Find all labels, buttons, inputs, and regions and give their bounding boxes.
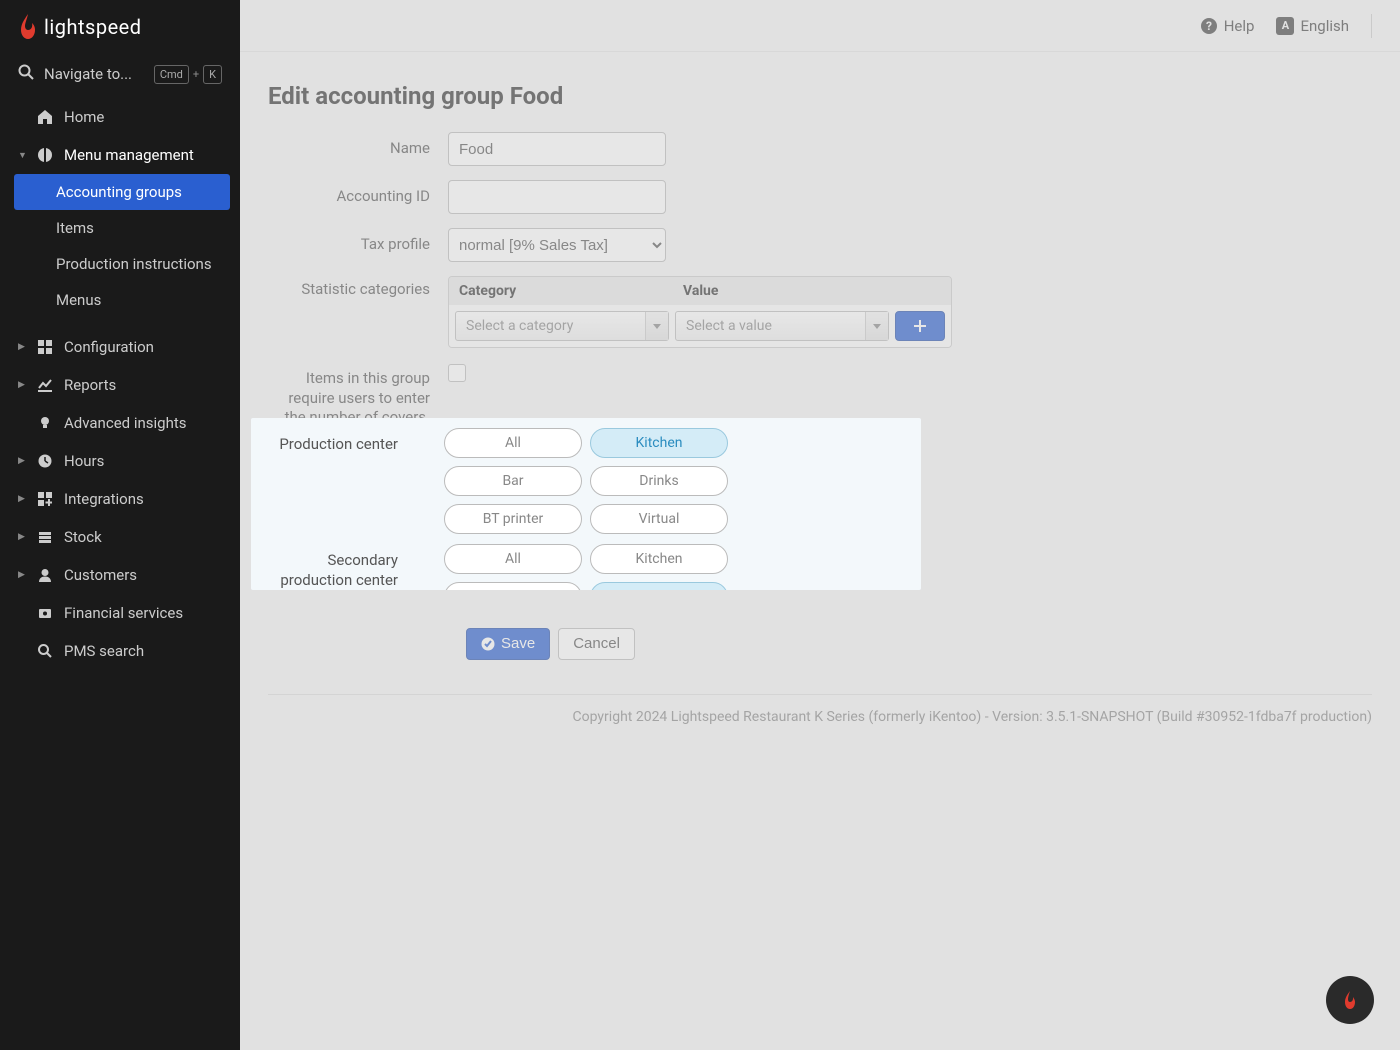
add-stat-button[interactable] — [895, 311, 945, 341]
grid-plus-icon — [36, 492, 54, 506]
sidebar-item-pms-search[interactable]: PMS search — [0, 632, 240, 670]
search-icon — [18, 64, 34, 84]
logo: lightspeed — [0, 0, 240, 54]
search-icon — [36, 644, 54, 658]
prod-pill-virtual[interactable]: Virtual — [590, 504, 728, 534]
sidebar-item-financial-services[interactable]: Financial services — [0, 594, 240, 632]
flame-icon — [18, 14, 38, 40]
sidebar-item-integrations[interactable]: ▶ Integrations — [0, 480, 240, 518]
divider — [1371, 14, 1372, 38]
topbar: ? Help A English — [240, 0, 1400, 52]
prod-pill-kitchen[interactable]: Kitchen — [590, 428, 728, 458]
sidebar-item-advanced-insights[interactable]: Advanced insights — [0, 404, 240, 442]
nav-search[interactable]: Navigate to... Cmd + K — [0, 54, 240, 98]
stack-icon — [36, 530, 54, 544]
home-icon — [36, 109, 54, 125]
name-input[interactable] — [448, 132, 666, 166]
label-name: Name — [268, 132, 448, 159]
language-selector[interactable]: A English — [1276, 17, 1349, 35]
cancel-button[interactable]: Cancel — [558, 628, 635, 660]
sec-pill-kitchen[interactable]: Kitchen — [590, 544, 728, 574]
highlight-panel: Production center All Kitchen Bar Drinks BT … — [251, 418, 921, 590]
sidebar-sub-menus[interactable]: Menus — [0, 282, 240, 318]
divider — [268, 694, 1372, 695]
prod-pill-bt-printer[interactable]: BT printer — [444, 504, 582, 534]
caret-right-icon: ▶ — [18, 456, 26, 466]
flame-icon — [1343, 991, 1357, 1009]
sidebar-sub-accounting-groups[interactable]: Accounting groups — [14, 174, 230, 210]
kbd-shortcut: Cmd + K — [154, 65, 222, 84]
plus-icon — [913, 319, 927, 333]
sec-pill-drinks[interactable]: Drinks — [590, 582, 728, 590]
sidebar-item-configuration[interactable]: ▶ Configuration — [0, 328, 240, 366]
support-fab[interactable] — [1326, 976, 1374, 1024]
lightbulb-icon — [36, 416, 54, 430]
save-button[interactable]: Save — [466, 628, 550, 660]
accounting-id-input[interactable] — [448, 180, 666, 214]
label-tax-profile: Tax profile — [268, 228, 448, 255]
production-center-pills: All Kitchen Bar Drinks BT printer Virtual — [416, 428, 876, 534]
clock-icon — [36, 454, 54, 468]
logo-text: lightspeed — [44, 15, 142, 39]
stat-value-combo[interactable]: Select a value — [675, 311, 889, 341]
grid-icon — [36, 340, 54, 354]
chart-icon — [36, 378, 54, 392]
sidebar: lightspeed Navigate to... Cmd + K Home ▼… — [0, 0, 240, 1050]
prod-pill-all[interactable]: All — [444, 428, 582, 458]
sidebar-sub-production-instructions[interactable]: Production instructions — [0, 246, 240, 282]
help-link[interactable]: ? Help — [1200, 17, 1255, 35]
sidebar-item-home[interactable]: Home — [0, 98, 240, 136]
stat-col-category: Category — [449, 277, 673, 305]
menu-icon — [36, 147, 54, 163]
help-icon: ? — [1200, 17, 1218, 35]
user-icon — [36, 568, 54, 582]
label-accounting-id: Accounting ID — [268, 180, 448, 207]
prod-pill-drinks[interactable]: Drinks — [590, 466, 728, 496]
sidebar-item-menu-management[interactable]: ▼ Menu management — [0, 136, 240, 174]
sidebar-item-customers[interactable]: ▶ Customers — [0, 556, 240, 594]
stat-category-combo[interactable]: Select a category — [455, 311, 669, 341]
caret-right-icon: ▶ — [18, 494, 26, 504]
label-production-center: Production center — [261, 428, 416, 455]
caret-right-icon: ▶ — [18, 380, 26, 390]
globe-icon: A — [1276, 17, 1294, 35]
tax-profile-select[interactable]: normal [9% Sales Tax] — [448, 228, 666, 262]
label-secondary-production-center: Secondary production center — [261, 544, 416, 590]
secondary-production-center-pills: AllKitchenBarDrinksBT printerVirtual — [416, 544, 876, 590]
covers-checkbox[interactable] — [448, 364, 466, 382]
prod-pill-bar[interactable]: Bar — [444, 466, 582, 496]
sidebar-sub-items[interactable]: Items — [0, 210, 240, 246]
page-title: Edit accounting group Food — [268, 82, 1372, 110]
sec-pill-bar[interactable]: Bar — [444, 582, 582, 590]
stat-col-value: Value — [673, 277, 897, 305]
footer-copyright: Copyright 2024 Lightspeed Restaurant K S… — [268, 709, 1372, 755]
sidebar-item-hours[interactable]: ▶ Hours — [0, 442, 240, 480]
nav-search-label: Navigate to... — [44, 65, 132, 83]
sidebar-item-stock[interactable]: ▶ Stock — [0, 518, 240, 556]
sec-pill-all[interactable]: All — [444, 544, 582, 574]
bank-icon — [36, 606, 54, 620]
stat-categories-table: Category Value Select a category Select … — [448, 276, 952, 348]
label-stat-categories: Statistic categories — [268, 276, 448, 300]
svg-text:?: ? — [1206, 19, 1212, 33]
caret-right-icon: ▶ — [18, 570, 26, 580]
check-circle-icon — [481, 637, 495, 651]
caret-down-icon: ▼ — [18, 150, 26, 161]
sidebar-item-reports[interactable]: ▶ Reports — [0, 366, 240, 404]
caret-right-icon: ▶ — [18, 532, 26, 542]
caret-right-icon: ▶ — [18, 342, 26, 352]
